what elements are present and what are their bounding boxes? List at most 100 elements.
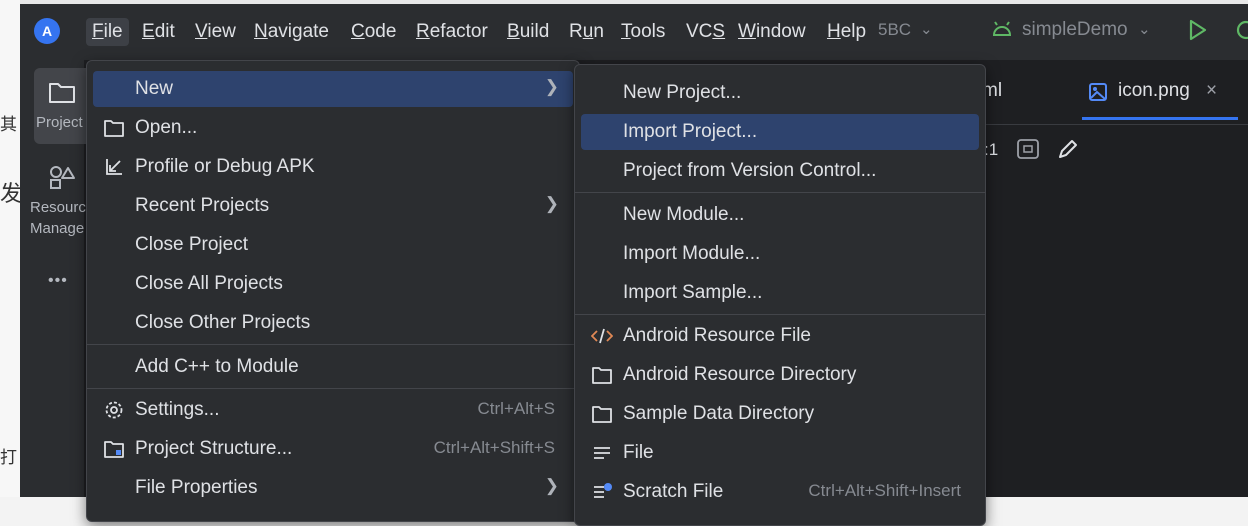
import-module-item[interactable]: Import Module... [581,236,979,272]
menu-item-label: Close All Projects [135,273,283,294]
folder-icon [104,120,124,137]
new-file-item[interactable]: File [581,435,979,471]
menu-edit[interactable]: Edit [136,18,181,46]
menu-separator [87,388,579,389]
resource-tool-label: Resource [30,199,95,216]
menu-item-label: Import Module... [623,243,761,264]
menu-item-label: Import Project... [623,121,758,142]
import-sample-item[interactable]: Import Sample... [581,275,979,311]
title-bar: A File Edit View Navigate Code Refactor … [20,4,1248,60]
project-structure-icon [104,441,124,458]
menu-tools[interactable]: Tools [615,18,671,46]
code-xml-icon [591,328,613,344]
menu-separator [87,344,579,345]
background-glyph: 发 [0,182,23,207]
android-resource-directory-item[interactable]: Android Resource Directory [581,357,979,393]
run-icon[interactable] [1188,18,1208,42]
background-glyph: 打 [0,448,17,468]
file-menu-new[interactable]: New ❯ [93,71,573,107]
gear-icon [105,401,123,419]
scratch-file-item[interactable]: Scratch File Ctrl+Alt+Shift+Insert [581,474,979,510]
branch-label[interactable]: 5BC [878,20,911,40]
android-studio-logo-icon[interactable]: A [34,18,60,44]
menu-item-label: New Module... [623,204,745,225]
file-menu-close-project[interactable]: Close Project [93,227,573,263]
menu-item-label: Open... [135,117,198,138]
import-arrow-icon [106,159,122,175]
menu-window[interactable]: Window [732,18,812,46]
menu-code[interactable]: Code [345,18,402,46]
file-menu-file-properties[interactable]: File Properties ❯ [93,470,573,506]
debug-icon[interactable] [1234,18,1248,42]
tab-icon-png[interactable]: icon.png [1118,80,1190,102]
menu-navigate[interactable]: Navigate [248,18,335,46]
file-menu-profile-debug-apk[interactable]: Profile or Debug APK [93,149,573,185]
menu-help[interactable]: Help [821,18,872,46]
file-menu-add-cpp[interactable]: Add C++ to Module [93,349,573,385]
menu-item-label: Android Resource Directory [623,364,857,385]
file-menu-close-other-projects[interactable]: Close Other Projects [93,305,573,341]
file-menu-open[interactable]: Open... [93,110,573,146]
menu-item-shortcut: Ctrl+Alt+S [477,399,555,418]
sample-data-directory-item[interactable]: Sample Data Directory [581,396,979,432]
more-tools-icon[interactable]: ••• [48,272,68,290]
resource-manager-icon [50,166,75,189]
menu-item-label: Sample Data Directory [623,403,815,424]
file-lines-icon [594,447,610,459]
menu-item-label: Project from Version Control... [623,160,877,181]
folder-icon [592,406,612,423]
menu-item-label: Scratch File [623,481,724,502]
new-project-item[interactable]: New Project... [581,75,979,111]
menu-item-label: Close Project [135,234,248,255]
menu-item-label: Android Resource File [623,325,811,346]
project-from-vcs-item[interactable]: Project from Version Control... [581,153,979,189]
menu-item-label: File [623,442,654,463]
chevron-down-icon[interactable]: ⌄ [920,20,933,38]
color-picker-icon[interactable] [1056,137,1080,161]
menu-build[interactable]: Build [501,18,555,46]
menu-item-label: New Project... [623,82,742,103]
file-menu-project-structure[interactable]: Project Structure... Ctrl+Alt+Shift+S [93,431,573,467]
menu-item-shortcut: Ctrl+Alt+Shift+Insert [808,481,961,500]
chevron-right-icon: ❯ [544,77,559,96]
menu-item-label: Import Sample... [623,282,763,303]
chevron-right-icon: ❯ [544,194,559,213]
file-menu-recent-projects[interactable]: Recent Projects ❯ [93,188,573,224]
chevron-down-icon[interactable]: ⌄ [1138,20,1151,38]
menu-item-label: Close Other Projects [135,312,311,333]
background-glyph: 其 [0,115,17,135]
menu-run[interactable]: Run [563,18,610,46]
menu-item-shortcut: Ctrl+Alt+Shift+S [433,438,555,457]
project-selector[interactable]: simpleDemo [1022,19,1128,41]
folder-icon [592,367,612,384]
menu-item-label: Project Structure... [135,438,293,459]
menu-view[interactable]: View [189,18,242,46]
menu-file[interactable]: File [86,18,129,46]
scratch-file-icon [594,483,612,498]
file-menu-settings[interactable]: Settings... Ctrl+Alt+S [93,392,573,428]
background-window-edge: 其 发 打 [0,0,23,497]
menu-vcs[interactable]: VCS [680,18,731,46]
menu-item-label: Add C++ to Module [135,356,299,377]
folder-icon [49,83,75,103]
new-module-item[interactable]: New Module... [581,197,979,233]
import-project-item[interactable]: Import Project... [581,114,979,150]
menu-item-label: Recent Projects [135,195,270,216]
active-tab-indicator [1082,117,1238,120]
android-icon [992,21,1012,36]
menu-separator [575,192,985,193]
zoom-ratio-label: :1 [984,140,999,159]
new-submenu: New Project... Import Project... Project… [574,64,986,526]
menu-item-label: Profile or Debug APK [135,156,315,177]
menu-item-label: Settings... [135,399,220,420]
close-icon[interactable]: × [1206,80,1217,102]
menu-refactor[interactable]: Refactor [410,18,494,46]
file-menu: New ❯ Open... Profile or Debug APK Recen… [86,60,580,522]
image-file-icon [1089,83,1107,101]
menu-separator [575,314,985,315]
resource-tool-label: Manage [30,220,85,237]
fit-to-screen-icon[interactable] [1016,138,1040,160]
android-resource-file-item[interactable]: Android Resource File [581,318,979,354]
project-tool-label: Project [36,114,83,131]
file-menu-close-all-projects[interactable]: Close All Projects [93,266,573,302]
